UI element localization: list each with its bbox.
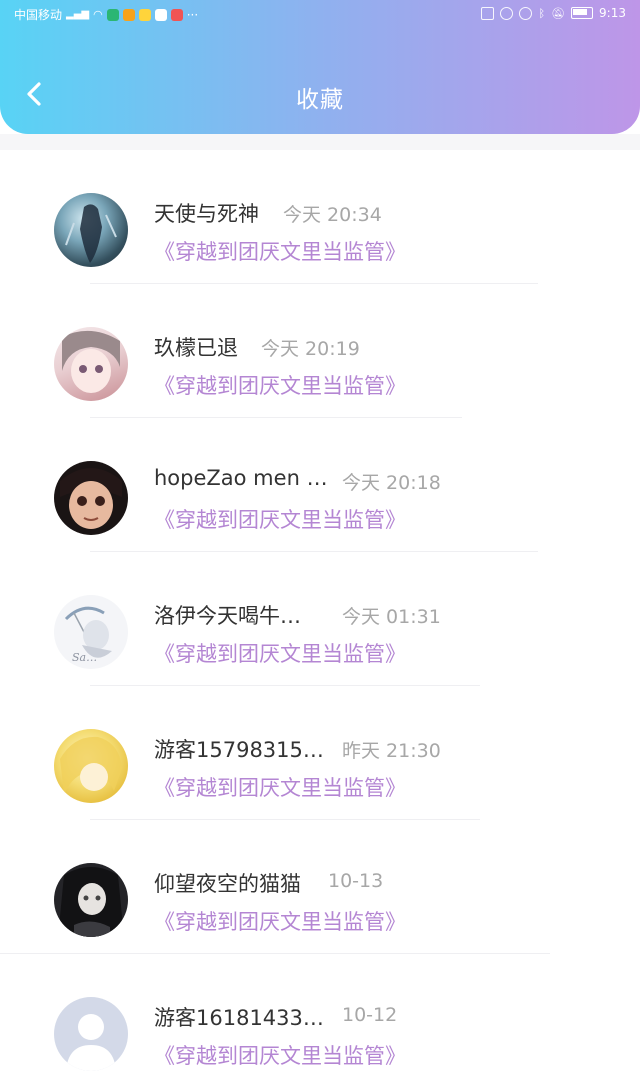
- user-name: 游客15798315…: [154, 738, 324, 762]
- alarm-icon: [519, 6, 533, 20]
- avatar-figure: [58, 867, 124, 937]
- timestamp: 10-12: [342, 1004, 398, 1026]
- book-title-link[interactable]: 《穿越到团厌文里当监管》: [154, 236, 406, 266]
- timestamp: 昨天 21:30: [342, 740, 441, 762]
- battery-icon: [571, 7, 594, 19]
- timestamp: 10-13: [328, 870, 384, 892]
- user-name: 游客16181433…: [154, 1006, 324, 1030]
- avatar[interactable]: [54, 997, 128, 1071]
- favorites-list: 天使与死神 今天 20:34 《穿越到团厌文里当监管》 玖檬已退 今天 20:1…: [0, 150, 640, 1088]
- avatar-figure: [65, 204, 117, 263]
- book-title-link[interactable]: 《穿越到团厌文里当监管》: [154, 504, 406, 534]
- avatar[interactable]: Sa…: [54, 595, 128, 669]
- timestamp: 今天 20:19: [261, 338, 360, 360]
- book-title-link[interactable]: 《穿越到团厌文里当监管》: [154, 772, 406, 802]
- status-left: 中国移动 ▂▄▆ ◠ ···: [14, 6, 198, 23]
- clock-label: 9:13: [599, 6, 626, 20]
- list-item[interactable]: 游客16181433… 10-12 《穿越到团厌文里当监管》: [0, 954, 640, 1088]
- app-notification-icon: [170, 8, 183, 21]
- user-name: 仰望夜空的猫猫: [154, 872, 301, 896]
- avatar-figure: [60, 736, 122, 795]
- timestamp: 今天 01:31: [342, 606, 441, 628]
- app-notification-icon: [106, 8, 119, 21]
- avatar-figure: [62, 330, 120, 393]
- avatar[interactable]: [54, 461, 128, 535]
- avatar-figure: [60, 468, 122, 529]
- app-notification-icon: [122, 8, 135, 21]
- status-bar: 中国移动 ▂▄▆ ◠ ··· ᛒ 🔕︎ 9:13: [0, 0, 640, 28]
- signal-icon: ▂▄▆: [66, 9, 90, 20]
- hd-icon: [481, 6, 495, 20]
- timestamp: 今天 20:34: [283, 204, 382, 226]
- carrier-label: 中国移动: [14, 8, 63, 22]
- avatar[interactable]: [54, 729, 128, 803]
- status-right: ᛒ 🔕︎ 9:13: [481, 6, 626, 20]
- book-title-link[interactable]: 《穿越到团厌文里当监管》: [154, 370, 406, 400]
- avatar-figure: Sa…: [64, 606, 112, 664]
- page-title: 收藏: [296, 87, 344, 113]
- user-name: 天使与死神: [154, 202, 259, 226]
- app-notification-icon: [154, 8, 167, 21]
- avatar[interactable]: [54, 863, 128, 937]
- mute-icon: 🔕︎: [551, 6, 566, 20]
- default-avatar-icon: [66, 1014, 116, 1071]
- list-item[interactable]: 仰望夜空的猫猫 10-13 《穿越到团厌文里当监管》: [0, 820, 640, 954]
- user-name: 洛伊今天喝牛…: [154, 604, 301, 628]
- avatar[interactable]: [54, 327, 128, 401]
- header-gap: [0, 134, 640, 150]
- avatar[interactable]: [54, 193, 128, 267]
- book-title-link[interactable]: 《穿越到团厌文里当监管》: [154, 906, 406, 936]
- list-item[interactable]: 玖檬已退 今天 20:19 《穿越到团厌文里当监管》: [0, 284, 640, 418]
- user-name: 玖檬已退: [154, 336, 238, 360]
- list-item[interactable]: hopeZao men t… 今天 20:18 《穿越到团厌文里当监管》: [0, 418, 640, 552]
- timestamp: 今天 20:18: [342, 472, 441, 494]
- bluetooth-icon: ᛒ: [538, 6, 546, 20]
- list-item[interactable]: 天使与死神 今天 20:34 《穿越到团厌文里当监管》: [0, 150, 640, 284]
- user-name: hopeZao men t…: [154, 466, 329, 490]
- list-item[interactable]: 游客15798315… 昨天 21:30 《穿越到团厌文里当监管》: [0, 686, 640, 820]
- svg-text:Sa…: Sa…: [72, 651, 97, 664]
- app-notification-icon: [138, 8, 151, 21]
- list-item[interactable]: Sa… 洛伊今天喝牛… 今天 01:31 《穿越到团厌文里当监管》: [0, 552, 640, 686]
- more-notifications-icon: ···: [186, 7, 199, 22]
- wifi-icon: ◠: [93, 8, 103, 21]
- book-title-link[interactable]: 《穿越到团厌文里当监管》: [154, 638, 406, 668]
- nfc-icon: [500, 6, 514, 20]
- app-header: 中国移动 ▂▄▆ ◠ ··· ᛒ 🔕︎ 9:13 收藏: [0, 0, 640, 134]
